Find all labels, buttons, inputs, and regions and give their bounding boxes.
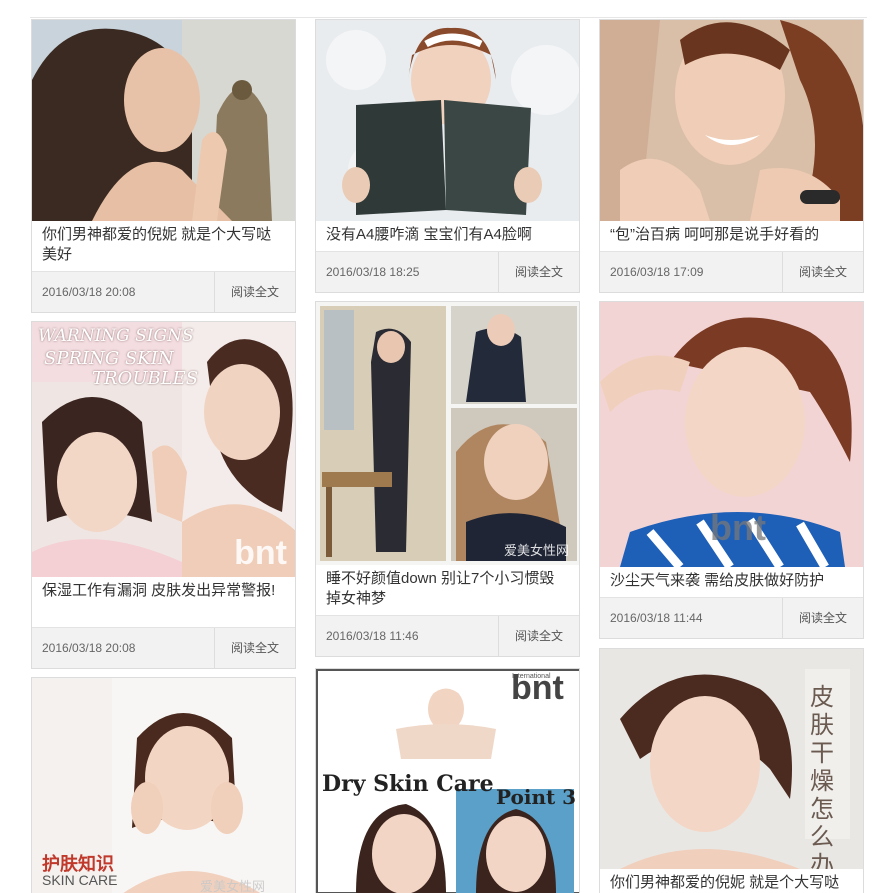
article-card[interactable]: 皮肤干燥怎么办 你们男神都爱的倪妮 就是个大写哒: [599, 648, 864, 893]
article-card[interactable]: “包”治百病 呵呵那是说手好看的 2016/03/18 17:09 阅读全文: [599, 19, 864, 293]
article-thumbnail[interactable]: bnt: [600, 302, 863, 567]
watermark: 爱美女性网: [200, 879, 266, 893]
article-title[interactable]: 保湿工作有漏洞 皮肤发出异常警报!: [32, 577, 295, 627]
article-thumbnail[interactable]: International bnt Dry Skin Care Point 3: [316, 669, 579, 893]
article-date: 2016/03/18 20:08: [42, 641, 136, 655]
article-card[interactable]: 没有A4腰咋滴 宝宝们有A4脸啊 2016/03/18 18:25 阅读全文: [315, 19, 580, 293]
article-meta: 2016/03/18 11:46 阅读全文: [316, 615, 579, 656]
article-meta: 2016/03/18 20:08 阅读全文: [32, 271, 295, 312]
top-divider: [30, 17, 867, 18]
article-title[interactable]: 你们男神都爱的倪妮 就是个大写哒美好: [32, 221, 295, 271]
article-title[interactable]: 睡不好颜值down 别让7个小习惯毁掉女神梦: [316, 565, 579, 615]
brand-logo: bnt: [710, 507, 766, 548]
image-heading-line1: WARNING SIGNS: [38, 326, 194, 346]
tag-en: SKIN CARE: [42, 872, 118, 888]
article-title[interactable]: 你们男神都爱的倪妮 就是个大写哒: [600, 869, 863, 893]
image-heading-line2: SPRING SKIN: [44, 348, 174, 369]
article-thumbnail[interactable]: [600, 20, 863, 221]
read-more-button[interactable]: 阅读全文: [782, 252, 863, 292]
article-date: 2016/03/18 11:46: [326, 629, 419, 643]
article-date: 2016/03/18 11:44: [610, 611, 703, 625]
feed-page: 你们男神都爱的倪妮 就是个大写哒美好 2016/03/18 20:08 阅读全文: [0, 0, 888, 893]
read-more-button[interactable]: 阅读全文: [782, 598, 863, 638]
article-meta: 2016/03/18 20:08 阅读全文: [32, 627, 295, 668]
read-more-button[interactable]: 阅读全文: [498, 252, 579, 292]
article-card[interactable]: 护肤知识 SKIN CARE 爱美女性网: [31, 677, 296, 893]
article-card[interactable]: WARNING SIGNS SPRING SKIN TROUBLES bnt 保…: [31, 321, 296, 669]
article-thumbnail[interactable]: 护肤知识 SKIN CARE 爱美女性网: [32, 678, 295, 893]
article-card[interactable]: International bnt Dry Skin Care Point 3: [315, 668, 580, 893]
brand-logo: bnt: [511, 669, 564, 707]
read-more-button[interactable]: 阅读全文: [214, 628, 295, 668]
image-heading-line3: TROUBLES: [92, 368, 199, 389]
side-heading: 皮肤干燥怎么办: [810, 683, 834, 869]
article-thumbnail[interactable]: 爱美女性网: [316, 302, 579, 565]
article-thumbnail[interactable]: [32, 20, 295, 221]
article-title[interactable]: “包”治百病 呵呵那是说手好看的: [600, 221, 863, 251]
article-meta: 2016/03/18 11:44 阅读全文: [600, 597, 863, 638]
article-thumbnail[interactable]: 皮肤干燥怎么办: [600, 649, 863, 869]
brand-logo: bnt: [234, 534, 287, 572]
article-date: 2016/03/18 18:25: [326, 265, 420, 279]
watermark: 爱美女性网: [503, 543, 569, 558]
article-thumbnail[interactable]: WARNING SIGNS SPRING SKIN TROUBLES bnt: [32, 322, 295, 577]
article-date: 2016/03/18 17:09: [610, 265, 704, 279]
image-headline: Dry Skin Care: [322, 771, 494, 797]
article-card[interactable]: bnt 沙尘天气来袭 需给皮肤做好防护 2016/03/18 11:44 阅读全…: [599, 301, 864, 639]
article-thumbnail[interactable]: [316, 20, 579, 221]
article-title[interactable]: 没有A4腰咋滴 宝宝们有A4脸啊: [316, 221, 579, 251]
read-more-button[interactable]: 阅读全文: [214, 272, 295, 312]
image-point: Point 3: [496, 785, 577, 809]
article-meta: 2016/03/18 17:09 阅读全文: [600, 251, 863, 292]
article-date: 2016/03/18 20:08: [42, 285, 136, 299]
article-card[interactable]: 爱美女性网 睡不好颜值down 别让7个小习惯毁掉女神梦 2016/03/18 …: [315, 301, 580, 657]
article-card[interactable]: 你们男神都爱的倪妮 就是个大写哒美好 2016/03/18 20:08 阅读全文: [31, 19, 296, 313]
read-more-button[interactable]: 阅读全文: [498, 616, 579, 656]
article-meta: 2016/03/18 18:25 阅读全文: [316, 251, 579, 292]
article-title[interactable]: 沙尘天气来袭 需给皮肤做好防护: [600, 567, 863, 597]
